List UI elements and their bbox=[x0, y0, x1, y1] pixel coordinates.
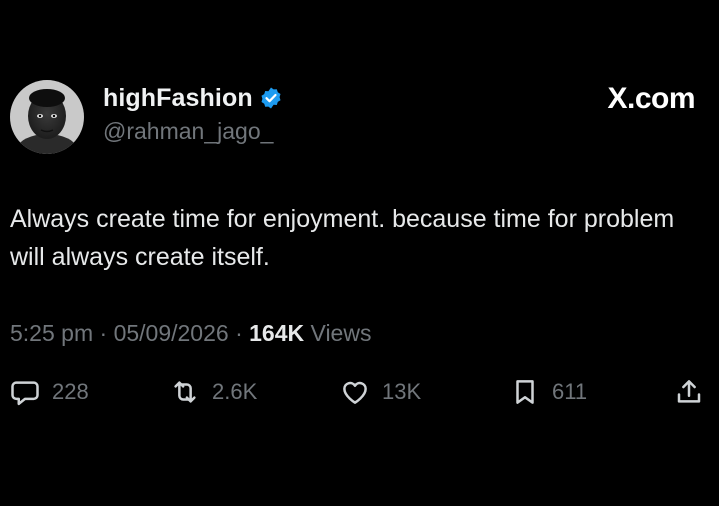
avatar-image bbox=[10, 80, 84, 154]
share-upload-icon bbox=[677, 380, 701, 403]
meta-separator: · bbox=[228, 320, 250, 346]
tweet-time[interactable]: 5:25 pm bbox=[10, 320, 93, 346]
share-button[interactable] bbox=[674, 375, 704, 409]
author-name-row: highFashion bbox=[103, 83, 283, 113]
tweet-text: Always create time for enjoyment. becaus… bbox=[10, 205, 675, 271]
tweet-card: highFashion @rahman_jago_ X.com Always c… bbox=[0, 0, 719, 506]
site-label: X.com bbox=[607, 82, 695, 115]
repost-button[interactable]: 2.6K bbox=[170, 375, 257, 409]
verified-badge-icon bbox=[259, 86, 283, 110]
repost-count: 2.6K bbox=[212, 379, 258, 404]
tweet-meta: 5:25 pm · 05/09/2026 · 164K Views bbox=[10, 320, 371, 347]
speech-bubble-icon bbox=[11, 381, 39, 406]
author-handle[interactable]: @rahman_jago_ bbox=[103, 118, 273, 145]
like-button[interactable]: 13K bbox=[340, 375, 421, 409]
meta-separator: · bbox=[93, 320, 114, 346]
views-count: 164K bbox=[249, 320, 305, 346]
views-label: Views bbox=[304, 320, 372, 346]
reply-button[interactable]: 228 bbox=[10, 375, 89, 409]
bookmark-button[interactable]: 611 bbox=[510, 375, 587, 409]
like-count: 13K bbox=[382, 379, 422, 404]
tweet-date[interactable]: 05/09/2026 bbox=[114, 320, 229, 346]
reply-count: 228 bbox=[52, 379, 89, 404]
heart-icon bbox=[343, 381, 367, 404]
repost-arrows-icon bbox=[174, 381, 196, 403]
bookmark-icon bbox=[516, 380, 534, 404]
avatar[interactable] bbox=[10, 80, 84, 154]
author-display-name[interactable]: highFashion bbox=[103, 84, 253, 113]
bookmark-count: 611 bbox=[552, 379, 588, 404]
